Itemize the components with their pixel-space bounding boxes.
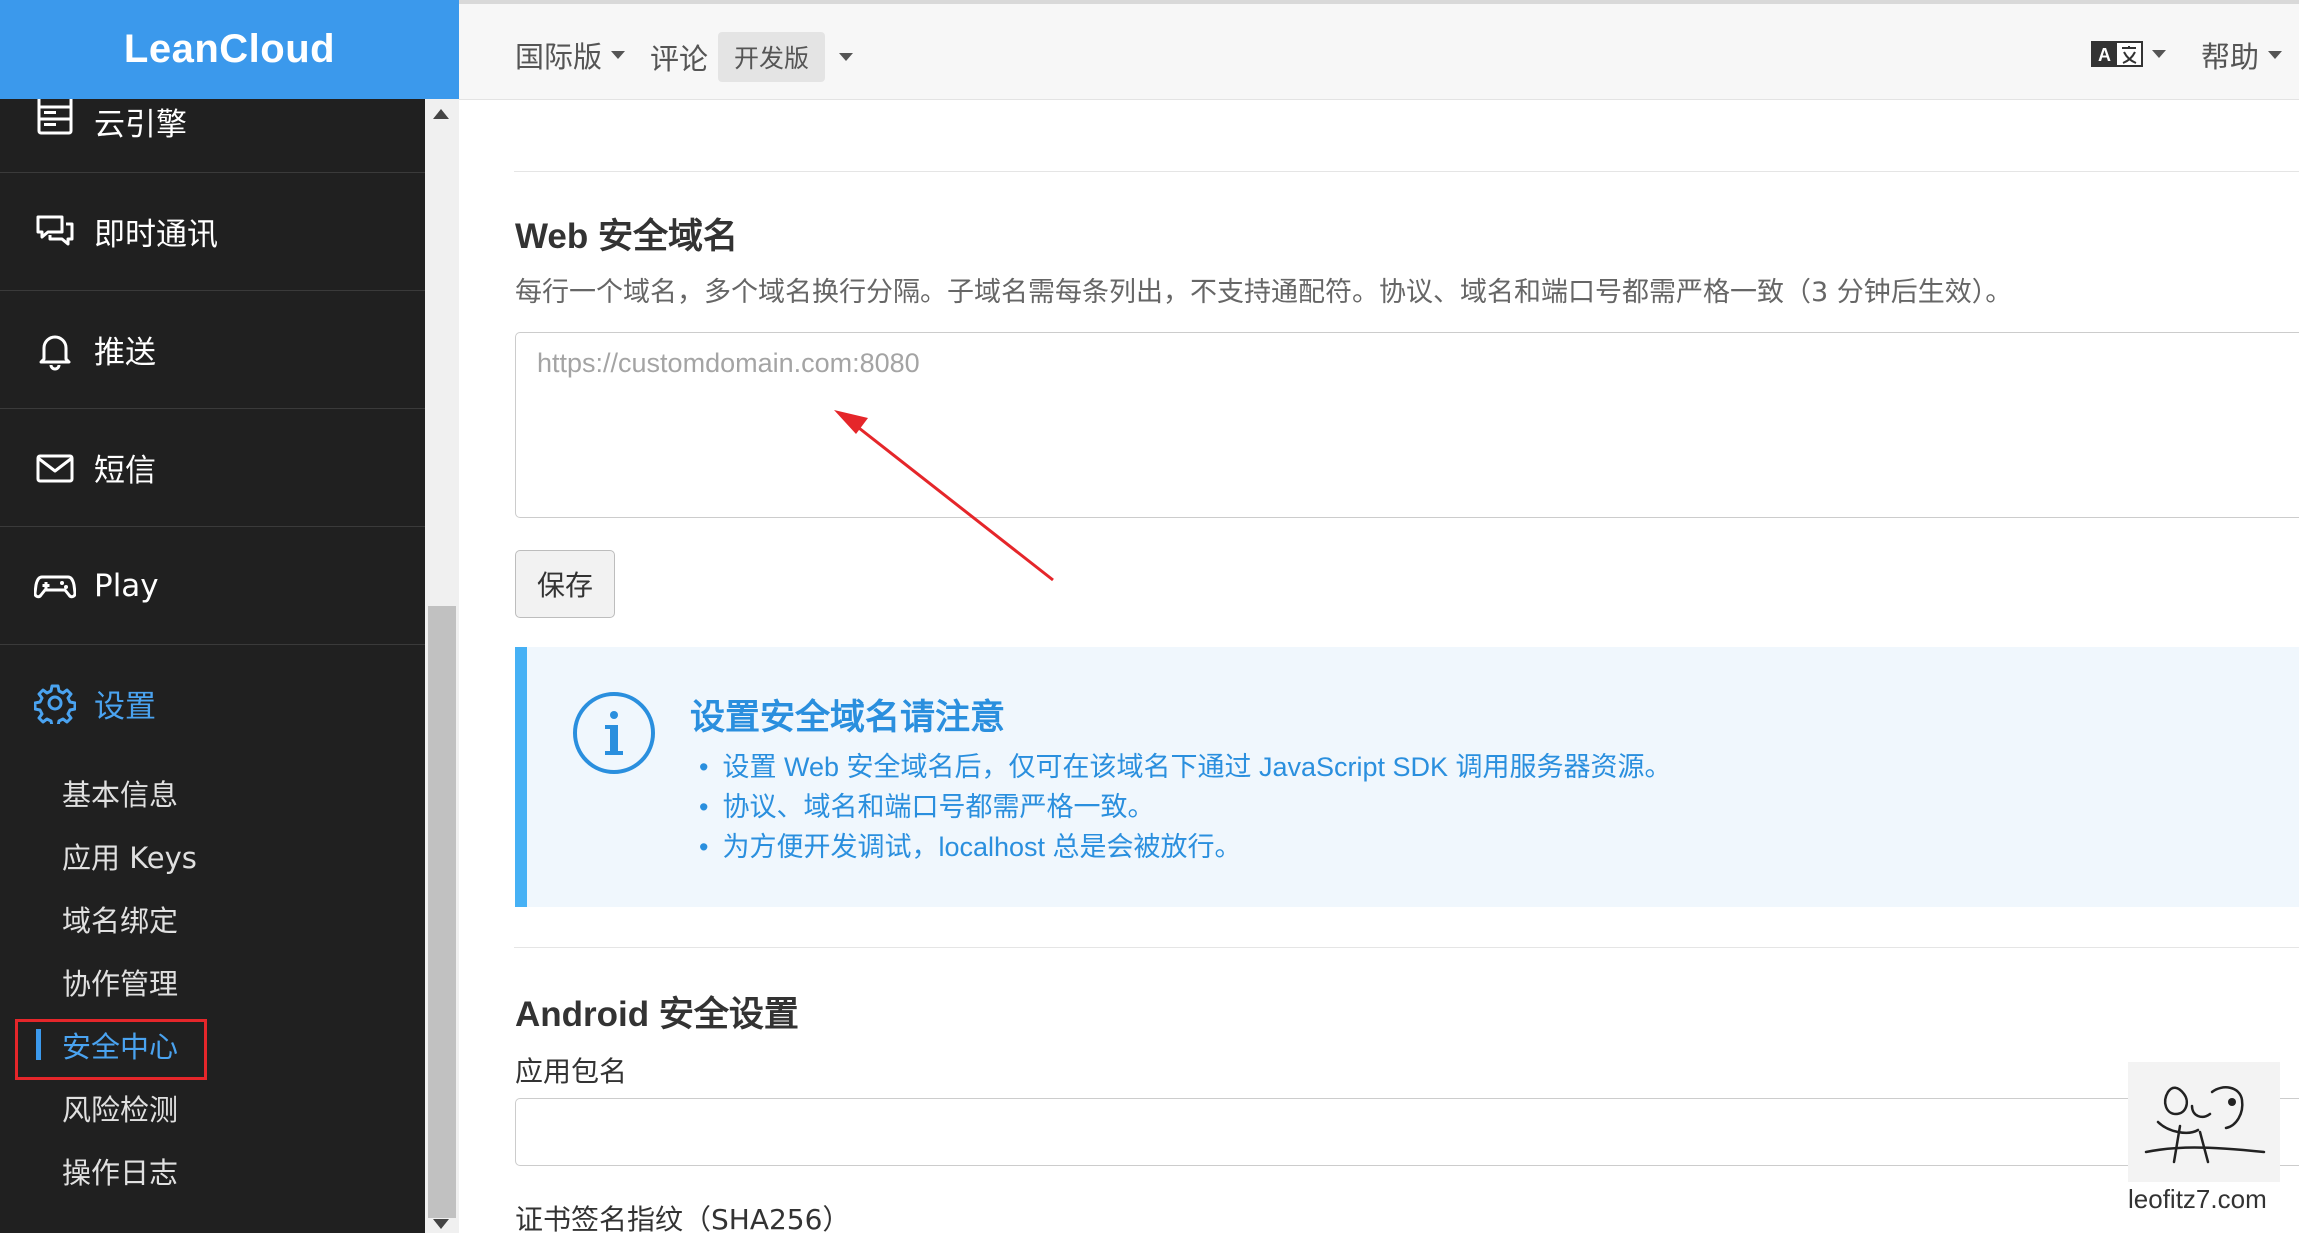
help-dropdown[interactable]: 帮助 xyxy=(2201,34,2283,76)
sidebar-scrollbar[interactable] xyxy=(425,99,459,1233)
watermark-logo xyxy=(2128,1062,2280,1182)
submenu-item-basic-info[interactable]: 基本信息 xyxy=(0,761,425,824)
sidebar-item-label: 推送 xyxy=(94,335,156,371)
server-icon xyxy=(34,99,76,141)
scroll-up-arrow-icon[interactable] xyxy=(433,109,449,119)
sidebar-item-label: 短信 xyxy=(94,453,156,489)
web-domain-title: Web 安全域名 xyxy=(515,217,738,256)
web-domain-description: 每行一个域名，多个域名换行分隔。子域名需每条列出，不支持通配符。协议、域名和端口… xyxy=(515,277,2013,308)
list-item: 设置 Web 安全域名后，仅可在该域名下通过 JavaScript SDK 调用… xyxy=(699,747,1671,787)
web-domain-textarea[interactable] xyxy=(515,332,2299,518)
sidebar-item-settings[interactable]: 设置 xyxy=(0,645,425,761)
bell-icon xyxy=(34,329,76,371)
sidebar-item-play[interactable]: Play xyxy=(0,527,425,645)
sidebar-item-im[interactable]: 即时通讯 xyxy=(0,173,425,291)
caret-down-icon xyxy=(611,51,626,59)
settings-submenu: 基本信息 应用 Keys 域名绑定 协作管理 安全中心 风险检测 操作日志 xyxy=(0,761,425,1202)
submenu-item-risk-detection[interactable]: 风险检测 xyxy=(0,1076,425,1139)
save-button[interactable]: 保存 xyxy=(515,550,615,618)
brand-logo-bar[interactable]: LeanCloud xyxy=(0,0,459,99)
sidebar-item-push[interactable]: 推送 xyxy=(0,291,425,409)
list-item: 为方便开发调试，localhost 总是会被放行。 xyxy=(699,827,1672,867)
submenu-item-domain-binding[interactable]: 域名绑定 xyxy=(0,887,425,950)
package-name-input[interactable] xyxy=(515,1098,2299,1166)
top-bar: 国际版 评论 开发版 A 帮助 xyxy=(459,0,2299,100)
sidebar-item-label: 设置 xyxy=(94,688,156,725)
region-label: 国际版 xyxy=(515,40,603,74)
brand-logo: LeanCloud xyxy=(123,27,336,71)
translate-icon: A xyxy=(2091,40,2143,68)
region-dropdown[interactable]: 国际版 xyxy=(515,34,626,76)
caret-down-icon xyxy=(839,53,854,61)
cert-fingerprint-label: 证书签名指纹（SHA256） xyxy=(515,1203,851,1233)
sidebar-item-label: 云引擎 xyxy=(94,107,187,143)
env-badge: 开发版 xyxy=(718,32,826,82)
submenu-item-app-keys[interactable]: 应用 Keys xyxy=(0,824,425,887)
app-switcher[interactable]: 评论 开发版 xyxy=(650,32,854,82)
help-label: 帮助 xyxy=(2201,40,2260,74)
notice-title: 设置安全域名请注意 xyxy=(690,698,1006,738)
list-item: 协议、域名和端口号都需严格一致。 xyxy=(699,787,1672,827)
info-icon xyxy=(572,691,656,775)
app-name: 评论 xyxy=(650,42,709,76)
envelope-icon xyxy=(34,447,76,489)
caret-down-icon xyxy=(2268,51,2283,59)
gamepad-icon xyxy=(34,565,76,607)
sidebar-item-label: 即时通讯 xyxy=(94,217,218,253)
submenu-item-operation-log[interactable]: 操作日志 xyxy=(0,1139,425,1202)
divider xyxy=(514,947,2299,948)
submenu-item-collaboration[interactable]: 协作管理 xyxy=(0,950,425,1013)
sidebar-item-sms[interactable]: 短信 xyxy=(0,409,425,527)
language-dropdown[interactable]: A xyxy=(2091,40,2166,68)
scroll-down-arrow-icon[interactable] xyxy=(433,1219,449,1229)
highlight-annotation-box xyxy=(15,1019,207,1080)
notice-list: 设置 Web 安全域名后，仅可在该域名下通过 JavaScript SDK 调用… xyxy=(699,747,1672,867)
chat-icon xyxy=(34,211,76,253)
package-name-label: 应用包名 xyxy=(515,1055,628,1088)
android-security-title: Android 安全设置 xyxy=(515,995,799,1034)
watermark-text: leofitz7.com xyxy=(2128,1184,2267,1214)
sidebar-item-cloud-engine[interactable]: 云引擎 xyxy=(0,99,425,173)
sidebar-item-label: Play xyxy=(94,567,159,604)
notice-box: 设置安全域名请注意 设置 Web 安全域名后，仅可在该域名下通过 JavaScr… xyxy=(515,647,2299,907)
main-content: Web 安全域名 每行一个域名，多个域名换行分隔。子域名需每条列出，不支持通配符… xyxy=(459,100,2299,1233)
divider xyxy=(514,171,2299,172)
caret-down-icon xyxy=(2152,50,2166,58)
scroll-thumb[interactable] xyxy=(428,606,456,1218)
gear-icon xyxy=(34,682,76,724)
svg-text:A: A xyxy=(2098,45,2111,65)
